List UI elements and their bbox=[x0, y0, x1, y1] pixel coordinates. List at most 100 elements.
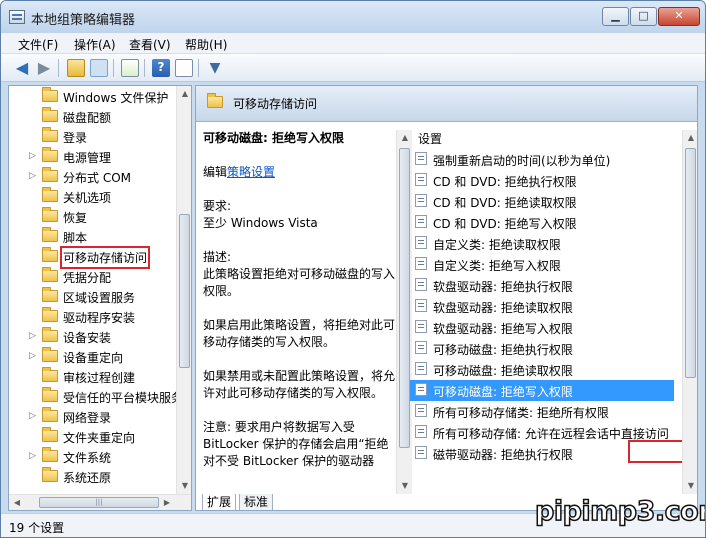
tree-item[interactable]: 区域设置服务 bbox=[9, 286, 177, 306]
tree-item-label: 脚本 bbox=[63, 231, 88, 245]
maximize-button[interactable]: □ bbox=[630, 7, 657, 26]
setting-row[interactable]: 磁带驱动器: 拒绝执行权限 bbox=[410, 443, 674, 464]
requirements-value: 至少 Windows Vista bbox=[203, 216, 318, 230]
setting-row[interactable]: 可移动磁盘: 拒绝执行权限 bbox=[410, 338, 674, 359]
description-text-2: 如果启用此策略设置，将拒绝对此可移动存储类的写入权限。 bbox=[203, 318, 396, 349]
tree-item[interactable]: ▷ 文件系统 bbox=[9, 446, 177, 466]
tree-item[interactable]: Windows 文件保护 bbox=[9, 86, 177, 106]
expand-arrow-icon[interactable]: ▷ bbox=[29, 351, 36, 361]
setting-label: CD 和 DVD: 拒绝写入权限 bbox=[433, 217, 577, 231]
expand-arrow-icon[interactable]: ▷ bbox=[29, 331, 36, 341]
tree-item[interactable]: 脚本 bbox=[9, 226, 177, 246]
expand-arrow-icon[interactable]: ▷ bbox=[29, 411, 36, 421]
setting-row[interactable]: 可移动磁盘: 拒绝写入权限 bbox=[410, 380, 674, 401]
menu-file[interactable]: 文件(F) bbox=[18, 36, 58, 53]
scroll-down-icon[interactable]: ▼ bbox=[683, 478, 697, 494]
setting-row[interactable]: 软盘驱动器: 拒绝写入权限 bbox=[410, 317, 674, 338]
watermark-text: pipimp3.com bbox=[534, 495, 705, 528]
folder-icon bbox=[42, 107, 58, 122]
policy-settings-link[interactable]: 策略设置 bbox=[227, 165, 275, 179]
tree-item[interactable]: ▷ 分布式 COM bbox=[9, 166, 177, 186]
tree-item[interactable]: 系统还原 bbox=[9, 466, 177, 486]
tree-item-label: 设备安装 bbox=[63, 331, 112, 345]
tree-item[interactable]: 恢复 bbox=[9, 206, 177, 226]
policy-setting-icon bbox=[415, 425, 427, 438]
help-icon[interactable]: ? bbox=[152, 59, 170, 77]
filter-icon[interactable]: ▼ bbox=[206, 59, 224, 77]
edit-prefix: 编辑 bbox=[203, 165, 228, 179]
setting-label: 磁带驱动器: 拒绝执行权限 bbox=[433, 448, 573, 462]
up-folder-icon[interactable] bbox=[67, 59, 85, 77]
tree-item[interactable]: 可移动存储访问 bbox=[9, 246, 177, 269]
setting-row[interactable]: CD 和 DVD: 拒绝执行权限 bbox=[410, 170, 674, 191]
pane-header-title: 可移动存储访问 bbox=[233, 97, 318, 111]
show-hide-tree-icon[interactable] bbox=[90, 59, 108, 77]
setting-row[interactable]: CD 和 DVD: 拒绝写入权限 bbox=[410, 212, 674, 233]
expand-arrow-icon[interactable]: ▷ bbox=[29, 451, 36, 461]
tree-item-label: 电源管理 bbox=[63, 151, 112, 165]
tree-item[interactable]: ▷ 设备重定向 bbox=[9, 346, 177, 366]
setting-row[interactable]: 强制重新启动的时间(以秒为单位) bbox=[410, 149, 674, 170]
tree-item[interactable]: 凭据分配 bbox=[9, 266, 177, 286]
setting-row[interactable]: 可移动磁盘: 拒绝读取权限 bbox=[410, 359, 674, 380]
setting-row[interactable]: 所有可移动存储类: 拒绝所有权限 bbox=[410, 401, 674, 422]
tree-horizontal-scrollbar[interactable]: ◀ ||| ▶ bbox=[9, 494, 191, 510]
tree-item[interactable]: 关机选项 bbox=[9, 186, 177, 206]
menu-view[interactable]: 查看(V) bbox=[129, 36, 171, 53]
policy-setting-icon bbox=[415, 299, 427, 312]
description-scroll-thumb[interactable] bbox=[399, 148, 410, 448]
tree-item-label: 驱动程序安装 bbox=[63, 311, 136, 325]
tree-item-label: 文件系统 bbox=[63, 451, 112, 465]
tree-item-label: 磁盘配额 bbox=[63, 111, 112, 125]
setting-row[interactable]: CD 和 DVD: 拒绝读取权限 bbox=[410, 191, 674, 212]
settings-column-header[interactable]: 设置 bbox=[418, 130, 442, 147]
tab-standard[interactable]: 标准 bbox=[239, 494, 274, 510]
scroll-up-icon[interactable]: ▲ bbox=[397, 130, 413, 146]
tab-extended[interactable]: 扩展 bbox=[202, 494, 237, 510]
tree-item[interactable]: ▷ 设备安装 bbox=[9, 326, 177, 346]
tree-scroll-thumb[interactable] bbox=[179, 214, 190, 368]
properties-icon[interactable] bbox=[175, 59, 193, 77]
setting-row[interactable]: 自定义类: 拒绝写入权限 bbox=[410, 254, 674, 275]
folder-icon bbox=[42, 387, 58, 402]
tree-item[interactable]: 受信任的平台模块服务 bbox=[9, 386, 183, 406]
setting-label: 可移动磁盘: 拒绝执行权限 bbox=[433, 343, 573, 357]
folder-icon bbox=[42, 407, 58, 422]
folder-icon bbox=[42, 467, 58, 482]
title-bar[interactable]: 本地组策略编辑器 ▁ □ ✕ bbox=[1, 1, 705, 33]
folder-icon bbox=[42, 447, 58, 462]
export-list-icon[interactable] bbox=[121, 59, 139, 77]
setting-label: 可移动磁盘: 拒绝读取权限 bbox=[433, 364, 573, 378]
scroll-down-icon[interactable]: ▼ bbox=[177, 478, 191, 494]
expand-arrow-icon[interactable]: ▷ bbox=[29, 171, 36, 181]
tree-item[interactable]: ▷ 电源管理 bbox=[9, 146, 177, 166]
scroll-right-icon[interactable]: ▶ bbox=[159, 495, 175, 510]
settings-scroll-thumb[interactable] bbox=[685, 148, 696, 378]
tree-item[interactable]: 驱动程序安装 bbox=[9, 306, 177, 326]
tree-item[interactable]: ▷ 网络登录 bbox=[9, 406, 177, 426]
setting-row[interactable]: 自定义类: 拒绝读取权限 bbox=[410, 233, 674, 254]
settings-scrollbar[interactable]: ▲ ▼ bbox=[682, 130, 697, 494]
pane-header: 可移动存储访问 bbox=[196, 86, 697, 122]
tree-item[interactable]: 登录 bbox=[9, 126, 177, 146]
tree-item[interactable]: 审核过程创建 bbox=[9, 366, 177, 386]
description-label: 描述: bbox=[203, 250, 232, 264]
setting-row[interactable]: 软盘驱动器: 拒绝执行权限 bbox=[410, 275, 674, 296]
scroll-up-icon[interactable]: ▲ bbox=[683, 130, 697, 146]
tree-hscroll-thumb[interactable]: ||| bbox=[39, 497, 159, 508]
tree-vertical-scrollbar[interactable]: ▲ ▼ bbox=[176, 86, 191, 494]
minimize-button[interactable]: ▁ bbox=[602, 7, 629, 26]
back-arrow-icon[interactable]: ◀ bbox=[13, 59, 31, 77]
expand-arrow-icon[interactable]: ▷ bbox=[29, 151, 36, 161]
setting-row[interactable]: 软盘驱动器: 拒绝读取权限 bbox=[410, 296, 674, 317]
setting-row[interactable]: 所有可移动存储: 允许在远程会话中直接访问 bbox=[410, 422, 674, 443]
forward-arrow-icon[interactable]: ▶ bbox=[35, 59, 53, 77]
tree-item[interactable]: 磁盘配额 bbox=[9, 106, 177, 126]
close-button[interactable]: ✕ bbox=[658, 7, 700, 26]
menu-help[interactable]: 帮助(H) bbox=[185, 36, 227, 53]
scroll-up-icon[interactable]: ▲ bbox=[177, 86, 191, 102]
scroll-left-icon[interactable]: ◀ bbox=[9, 495, 25, 510]
menu-action[interactable]: 操作(A) bbox=[74, 36, 116, 53]
tree-item[interactable]: 文件夹重定向 bbox=[9, 426, 177, 446]
tree-item-label: 网络登录 bbox=[63, 411, 112, 425]
